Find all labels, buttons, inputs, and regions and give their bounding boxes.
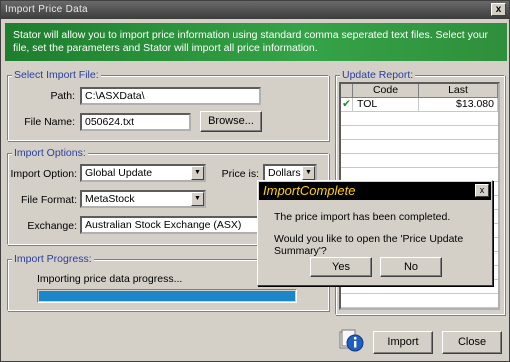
exchange-label: Exchange:	[27, 220, 77, 232]
chevron-down-icon[interactable]: ▼	[191, 192, 204, 206]
import-option-select[interactable]: Global Update ▼	[80, 164, 206, 182]
import-option-value: Global Update	[85, 167, 153, 179]
group-title: Import Progress:	[12, 253, 94, 265]
empty-row	[341, 126, 498, 140]
import-price-data-window: Import Price Data x Stator will allow yo…	[0, 0, 510, 362]
import-complete-dialog: ImportComplete x The price import has be…	[257, 180, 493, 286]
exchange-select[interactable]: Australian Stock Exchange (ASX)	[80, 216, 260, 234]
empty-row	[341, 154, 498, 168]
dialog-message-completed: The price import has been completed.	[274, 211, 451, 223]
column-header-code[interactable]: Code	[353, 84, 419, 98]
dialog-message-question: Would you like to open the 'Price Update…	[274, 233, 464, 257]
row-code: TOL	[353, 98, 419, 111]
price-is-label: Price is:	[221, 168, 259, 180]
close-icon[interactable]: x	[475, 184, 489, 197]
file-format-value: MetaStock	[85, 193, 135, 205]
chevron-down-icon[interactable]: ▼	[302, 166, 315, 180]
window-title: Import Price Data	[5, 4, 88, 15]
filename-input[interactable]: 050624.txt	[80, 113, 191, 131]
price-unit-value: Dollars	[268, 167, 301, 179]
window-titlebar[interactable]: Import Price Data x	[1, 1, 509, 19]
close-icon[interactable]: x	[491, 3, 506, 16]
close-button[interactable]: Close	[442, 331, 502, 354]
row-last: $13.080	[419, 98, 498, 111]
file-format-label: File Format:	[20, 194, 77, 206]
progress-bar	[37, 289, 297, 303]
dialog-titlebar[interactable]: ImportComplete x	[259, 182, 491, 200]
grid-header: Code Last	[341, 84, 498, 98]
check-icon: ✔	[341, 98, 353, 111]
select-import-file-group: Select Import File:	[7, 69, 329, 141]
progress-bar-fill	[39, 291, 295, 301]
exchange-value: Australian Stock Exchange (ASX)	[85, 219, 242, 231]
import-option-label: Import Option:	[10, 168, 77, 180]
info-icon	[338, 327, 364, 353]
empty-row	[341, 140, 498, 154]
table-row[interactable]: ✔ TOL $13.080	[341, 98, 498, 112]
group-title: Update Report:	[340, 69, 416, 81]
no-button[interactable]: No	[380, 257, 442, 277]
dialog-title: ImportComplete	[263, 183, 356, 198]
empty-row	[341, 112, 498, 126]
column-header-last[interactable]: Last	[419, 84, 498, 98]
file-format-select[interactable]: MetaStock ▼	[80, 190, 206, 208]
browse-button[interactable]: Browse...	[200, 111, 262, 132]
empty-row	[341, 294, 498, 308]
filename-label: File Name:	[24, 116, 75, 128]
import-button[interactable]: Import	[373, 331, 433, 354]
group-title: Select Import File:	[12, 69, 101, 81]
yes-button[interactable]: Yes	[310, 257, 372, 277]
group-title: Import Options:	[12, 147, 88, 159]
chevron-down-icon[interactable]: ▼	[191, 166, 204, 180]
info-banner: Stator will allow you to import price in…	[5, 23, 507, 61]
grid-corner	[341, 84, 353, 98]
path-label: Path:	[50, 90, 75, 102]
path-input[interactable]: C:\ASXData\	[80, 87, 261, 105]
progress-status-text: Importing price data progress...	[37, 273, 183, 285]
